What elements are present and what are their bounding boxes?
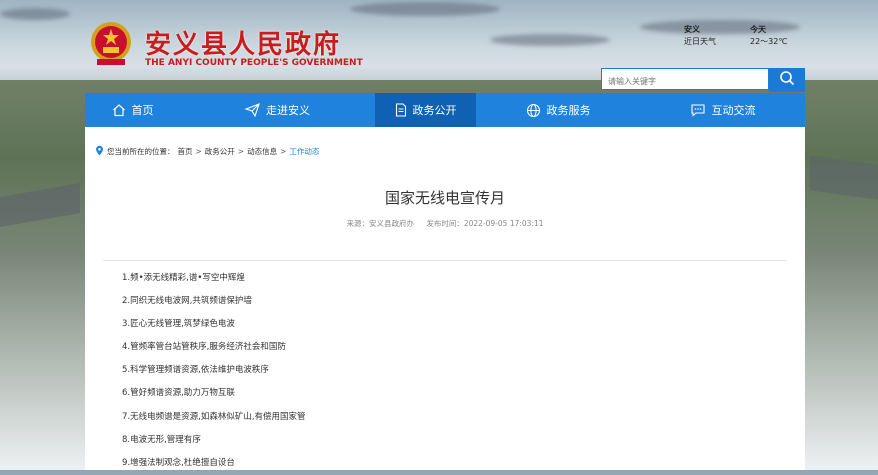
paper-plane-icon	[245, 103, 260, 117]
breadcrumb-separator: >	[280, 147, 287, 156]
list-item: 3.匠心无线管理,筑梦绿色电波	[122, 319, 235, 330]
nav-item-services[interactable]: 政务服务	[476, 93, 640, 127]
nav-item-home[interactable]: 首页	[85, 93, 180, 127]
location-pin-icon	[95, 145, 104, 158]
nav-label: 互动交流	[711, 104, 756, 117]
nav-label: 走进安义	[266, 104, 310, 117]
list-item: 9.增强法制观念,杜绝擅自设台	[122, 457, 235, 468]
nav-label: 首页	[131, 104, 154, 117]
weather-location: 安义 近日天气	[684, 24, 716, 48]
search-box	[601, 68, 769, 92]
search-icon	[779, 70, 795, 90]
weather-temperature: 22～32℃	[750, 37, 788, 46]
nav-item-interaction[interactable]: 互动交流	[640, 93, 805, 127]
list-item: 4.管频率管台站管秩序,服务经济社会和国防	[122, 342, 286, 353]
breadcrumb-news[interactable]: 动态信息	[247, 146, 277, 157]
weather-location-name: 安义	[684, 25, 700, 34]
list-item: 5.科学管理频谱资源,依法维护电波秩序	[122, 365, 269, 376]
search-button[interactable]	[769, 68, 805, 92]
breadcrumb-separator: >	[195, 147, 202, 156]
list-item: 8.电波无形,管理有序	[122, 434, 201, 445]
search-input[interactable]	[602, 71, 768, 92]
article-body-list: 1.频•添无线精彩,谱•写空中辉煌 2.同织无线电波网,共筑频谱保护墙 3.匠心…	[122, 267, 306, 475]
divider	[103, 260, 787, 261]
list-item: 6.管好频谱资源,助力万物互联	[122, 388, 235, 399]
article-source: 来源：安义县政府办	[346, 219, 414, 228]
content-panel: 您当前所在的位置： 首页 > 政务公开 > 动态信息 > 工作动态 国家无线电宣…	[85, 127, 805, 470]
document-icon	[395, 103, 407, 117]
weather-today: 今天 22～32℃	[750, 24, 787, 48]
nav-item-about[interactable]: 走进安义	[180, 93, 375, 127]
list-item: 7.无线电频谱是资源,如森林似矿山,有偿用国家管	[122, 411, 306, 422]
breadcrumb-current[interactable]: 工作动态	[289, 146, 319, 157]
list-item: 1.频•添无线精彩,谱•写空中辉煌	[122, 273, 245, 283]
breadcrumb-prefix: 您当前所在的位置：	[107, 147, 175, 156]
chat-icon	[690, 103, 706, 117]
home-icon	[112, 103, 126, 117]
weather-today-label: 今天	[750, 25, 766, 34]
nav-label: 政务公开	[412, 104, 457, 117]
globe-icon	[526, 103, 541, 118]
site-subtitle: THE ANYI COUNTY PEOPLE'S GOVERNMENT	[145, 58, 363, 68]
nav-label: 政务服务	[546, 104, 591, 117]
breadcrumb-separator: >	[237, 147, 245, 156]
background-cloud	[490, 34, 610, 46]
list-item: 2.同织无线电波网,共筑频谱保护墙	[122, 296, 252, 307]
background-cloud	[0, 8, 70, 20]
nav-item-gov-affairs[interactable]: 政务公开	[375, 93, 476, 127]
article-meta: 来源：安义县政府办 发布时间：2022-09-05 17:03:11	[85, 218, 805, 229]
background-cloud	[350, 2, 500, 16]
article-title: 国家无线电宣传月	[384, 189, 505, 207]
breadcrumb-gov-affairs[interactable]: 政务公开	[205, 146, 235, 157]
article-published: 发布时间：2022-09-05 17:03:11	[426, 219, 544, 228]
weather-recent-label: 近日天气	[684, 37, 716, 46]
site-title[interactable]: 安义县人民政府	[145, 24, 341, 61]
breadcrumb-home[interactable]: 首页	[178, 146, 193, 157]
main-nav: 首页 走进安义 政务公开 政务服务 互动交流	[85, 93, 805, 127]
national-emblem-icon	[89, 21, 133, 67]
breadcrumb: 您当前所在的位置： 首页 > 政务公开 > 动态信息 > 工作动态	[95, 145, 319, 158]
